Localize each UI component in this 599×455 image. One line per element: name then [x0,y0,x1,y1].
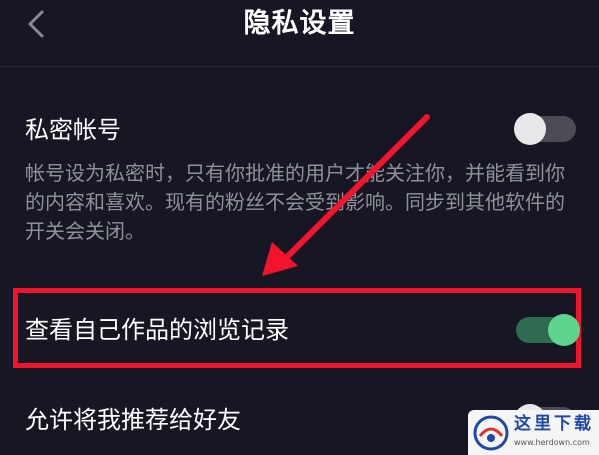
private-account-label: 私密帐号 [25,116,121,144]
private-account-description: 帐号设为私密时，只有你批准的用户才能关注你，并能看到你的内容和喜欢。现有的粉丝不… [25,161,565,243]
site-logo-icon [473,415,509,451]
private-account-toggle[interactable] [514,113,576,145]
toggle-knob [548,314,580,346]
recommend-friends-label: 允许将我推荐给好友 [25,406,241,434]
view-history-label: 查看自己作品的浏览记录 [25,316,289,344]
watermark-url: www.herdown.com [514,438,590,447]
nav-bar: 隐私设置 [0,0,599,67]
toggle-knob [514,113,546,145]
page-title: 隐私设置 [243,8,356,39]
watermark: 这里下载 www.herdown.com [468,410,599,455]
watermark-name: 这里下载 [514,414,594,434]
view-history-toggle[interactable] [516,314,580,346]
